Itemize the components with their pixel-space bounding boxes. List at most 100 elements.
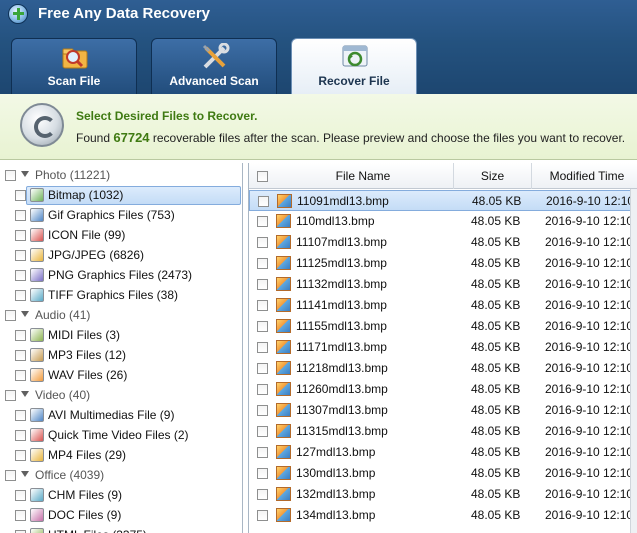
file-modified: 2016-9-10 12:10:1 [545, 214, 637, 228]
tree-item[interactable]: DOC Files (9) [0, 505, 242, 525]
category-label: Audio (41) [35, 308, 91, 322]
tree-item[interactable]: MP4 Files (29) [0, 445, 242, 465]
ico-file-icon [30, 228, 44, 242]
select-all-checkbox[interactable] [257, 171, 268, 182]
file-size: 48.05 KB [471, 403, 521, 417]
file-checkbox[interactable] [257, 489, 268, 500]
collapse-arrow-icon[interactable] [21, 391, 29, 397]
vertical-scrollbar[interactable] [630, 189, 637, 533]
file-checkbox[interactable] [258, 196, 269, 207]
tab-advanced-scan[interactable]: Advanced Scan [151, 38, 277, 94]
item-checkbox[interactable] [15, 430, 26, 441]
bitmap-file-icon [276, 487, 291, 501]
file-checkbox[interactable] [257, 258, 268, 269]
collapse-arrow-icon[interactable] [21, 171, 29, 177]
item-label: AVI Multimedias File (9) [48, 408, 175, 422]
column-size[interactable]: Size [454, 163, 532, 189]
file-size: 48.05 KB [471, 235, 521, 249]
file-row[interactable]: 11141mdl13.bmp 48.05 KB 2016-9-10 12:10:1 [249, 295, 637, 316]
file-row[interactable]: 127mdl13.bmp 48.05 KB 2016-9-10 12:10:1 [249, 442, 637, 463]
bitmap-file-icon [276, 382, 291, 396]
item-checkbox[interactable] [15, 510, 26, 521]
file-checkbox[interactable] [257, 426, 268, 437]
tab-scan-file[interactable]: Scan File [11, 38, 137, 94]
tree-item[interactable]: Quick Time Video Files (2) [0, 425, 242, 445]
tree-item[interactable]: Bitmap (1032) [0, 185, 242, 205]
file-checkbox[interactable] [257, 342, 268, 353]
item-checkbox[interactable] [15, 330, 26, 341]
found-count: 67724 [113, 130, 150, 145]
file-checkbox[interactable] [257, 447, 268, 458]
item-checkbox[interactable] [15, 490, 26, 501]
item-checkbox[interactable] [15, 210, 26, 221]
item-checkbox[interactable] [15, 270, 26, 281]
file-checkbox[interactable] [257, 384, 268, 395]
tree-item[interactable]: Gif Graphics Files (753) [0, 205, 242, 225]
tree-item[interactable]: ICON File (99) [0, 225, 242, 245]
file-row[interactable]: 134mdl13.bmp 48.05 KB 2016-9-10 12:10:1 [249, 505, 637, 526]
file-row[interactable]: 11091mdl13.bmp 48.05 KB 2016-9-10 12:10:1 [249, 190, 637, 211]
file-row[interactable]: 11171mdl13.bmp 48.05 KB 2016-9-10 12:10:1 [249, 337, 637, 358]
file-name: 132mdl13.bmp [296, 487, 376, 501]
file-checkbox[interactable] [257, 216, 268, 227]
file-checkbox[interactable] [257, 363, 268, 374]
item-checkbox[interactable] [15, 250, 26, 261]
item-checkbox[interactable] [15, 290, 26, 301]
file-row[interactable]: 11107mdl13.bmp 48.05 KB 2016-9-10 12:10:1 [249, 232, 637, 253]
collapse-arrow-icon[interactable] [21, 471, 29, 477]
file-checkbox[interactable] [257, 300, 268, 311]
column-file-name[interactable]: File Name [273, 163, 454, 189]
item-checkbox[interactable] [15, 450, 26, 461]
file-checkbox[interactable] [257, 279, 268, 290]
file-row[interactable]: 132mdl13.bmp 48.05 KB 2016-9-10 12:10:1 [249, 484, 637, 505]
tree-item[interactable]: AVI Multimedias File (9) [0, 405, 242, 425]
mp4-icon [30, 448, 44, 462]
tree-category[interactable]: Office (4039) [0, 465, 242, 485]
file-row[interactable]: 11315mdl13.bmp 48.05 KB 2016-9-10 12:10:1 [249, 421, 637, 442]
file-name: 130mdl13.bmp [296, 466, 376, 480]
column-modified-time[interactable]: Modified Time [532, 163, 637, 189]
file-row[interactable]: 11125mdl13.bmp 48.05 KB 2016-9-10 12:10:1 [249, 253, 637, 274]
file-size: 48.05 KB [471, 298, 521, 312]
category-checkbox[interactable] [5, 310, 16, 321]
file-row[interactable]: 11307mdl13.bmp 48.05 KB 2016-9-10 12:10:1 [249, 400, 637, 421]
item-label: MIDI Files (3) [48, 328, 120, 342]
tree-item[interactable]: MP3 Files (12) [0, 345, 242, 365]
category-checkbox[interactable] [5, 470, 16, 481]
file-checkbox[interactable] [257, 405, 268, 416]
file-row[interactable]: 11218mdl13.bmp 48.05 KB 2016-9-10 12:10:1 [249, 358, 637, 379]
file-name: 11107mdl13.bmp [296, 235, 387, 249]
file-name: 11307mdl13.bmp [296, 403, 388, 417]
tab-recover-file[interactable]: Recover File [291, 38, 417, 95]
item-checkbox[interactable] [15, 350, 26, 361]
tree-item[interactable]: HTML Files (3375) [0, 525, 242, 533]
file-checkbox[interactable] [257, 321, 268, 332]
file-checkbox[interactable] [257, 510, 268, 521]
file-row[interactable]: 110mdl13.bmp 48.05 KB 2016-9-10 12:10:1 [249, 211, 637, 232]
category-checkbox[interactable] [5, 390, 16, 401]
tree-item[interactable]: MIDI Files (3) [0, 325, 242, 345]
tree-item[interactable]: TIFF Graphics Files (38) [0, 285, 242, 305]
item-checkbox[interactable] [15, 410, 26, 421]
file-row[interactable]: 11155mdl13.bmp 48.05 KB 2016-9-10 12:10:1 [249, 316, 637, 337]
tree-item[interactable]: CHM Files (9) [0, 485, 242, 505]
tree-item[interactable]: PNG Graphics Files (2473) [0, 265, 242, 285]
collapse-arrow-icon[interactable] [21, 311, 29, 317]
category-checkbox[interactable] [5, 170, 16, 181]
tree-item[interactable]: WAV Files (26) [0, 365, 242, 385]
file-row[interactable]: 11260mdl13.bmp 48.05 KB 2016-9-10 12:10:1 [249, 379, 637, 400]
file-row[interactable]: 11132mdl13.bmp 48.05 KB 2016-9-10 12:10:1 [249, 274, 637, 295]
file-type-tree: Photo (11221) Bitmap (1032) Gif Graphics F… [0, 163, 243, 533]
tree-item[interactable]: JPG/JPEG (6826) [0, 245, 242, 265]
bitmap-icon [30, 188, 44, 202]
tree-category[interactable]: Photo (11221) [0, 165, 242, 185]
file-checkbox[interactable] [257, 237, 268, 248]
tree-category[interactable]: Audio (41) [0, 305, 242, 325]
tree-category[interactable]: Video (40) [0, 385, 242, 405]
item-checkbox[interactable] [15, 230, 26, 241]
item-checkbox[interactable] [15, 370, 26, 381]
file-row[interactable]: 130mdl13.bmp 48.05 KB 2016-9-10 12:10:1 [249, 463, 637, 484]
item-checkbox[interactable] [15, 190, 26, 201]
bitmap-file-icon [276, 403, 291, 417]
file-checkbox[interactable] [257, 468, 268, 479]
